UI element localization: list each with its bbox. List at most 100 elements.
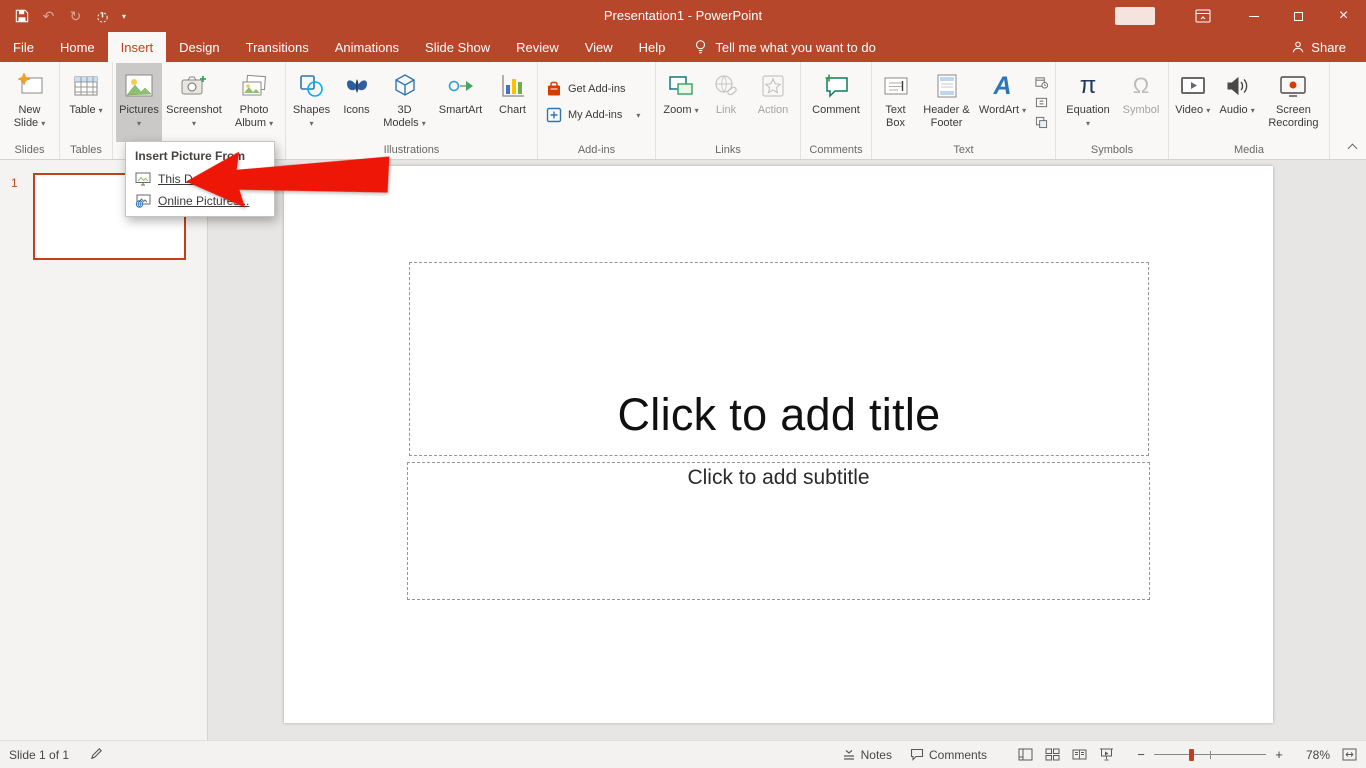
screenshot-button[interactable]: Screenshot ▾ xyxy=(164,63,224,142)
3d-models-button[interactable]: 3D Models ▾ xyxy=(379,63,431,142)
fit-to-window-icon xyxy=(1342,748,1357,761)
editing-area: Click to add title Click to add subtitle xyxy=(208,160,1366,740)
normal-view-button[interactable] xyxy=(1012,741,1039,768)
tab-review[interactable]: Review xyxy=(503,32,572,62)
zoom-slider[interactable] xyxy=(1154,741,1266,768)
tab-file[interactable]: File xyxy=(0,32,47,62)
zoom-out-button[interactable]: − xyxy=(1130,747,1152,762)
lightbulb-icon xyxy=(694,39,707,55)
minimize-icon xyxy=(1249,16,1259,17)
screen-recording-button[interactable]: Screen Recording xyxy=(1260,63,1327,142)
dropdown-caret-icon: ▾ xyxy=(99,106,103,115)
powerpoint-window: ↶ ↻ ▾ Presentation1 - PowerPoint × File … xyxy=(0,0,1366,768)
text-box-button[interactable]: Text Box xyxy=(875,63,917,142)
ribbon-display-options-icon xyxy=(1195,9,1211,23)
group-slides: New Slide ▾ Slides xyxy=(0,62,60,159)
zoom-slider-center-tick xyxy=(1210,751,1211,759)
fit-slide-to-window-button[interactable] xyxy=(1336,741,1362,768)
account-avatar[interactable] xyxy=(1115,7,1155,25)
get-addins-button[interactable]: Get Add-ins xyxy=(546,81,625,97)
header-footer-button[interactable]: Header & Footer xyxy=(919,63,975,142)
maximize-button[interactable] xyxy=(1276,0,1321,32)
object-button[interactable] xyxy=(1033,115,1051,130)
reading-view-button[interactable] xyxy=(1066,741,1093,768)
dropdown-caret-icon: ▾ xyxy=(422,119,426,128)
tab-design[interactable]: Design xyxy=(166,32,232,62)
header-footer-icon xyxy=(934,73,960,99)
dropdown-caret-icon: ▾ xyxy=(41,119,45,128)
object-icon xyxy=(1035,116,1048,129)
customize-qat-button[interactable]: ▾ xyxy=(116,12,132,21)
tab-help[interactable]: Help xyxy=(626,32,679,62)
tab-view[interactable]: View xyxy=(572,32,626,62)
tab-slide-show[interactable]: Slide Show xyxy=(412,32,503,62)
group-links: Zoom ▾ Link Action Links xyxy=(656,62,801,159)
tab-insert[interactable]: Insert xyxy=(108,32,167,62)
redo-button[interactable]: ↻ xyxy=(62,1,89,31)
symbol-button[interactable]: Ω Symbol xyxy=(1118,63,1164,142)
video-button[interactable]: Video ▾ xyxy=(1171,63,1214,142)
share-button[interactable]: Share xyxy=(1271,32,1366,62)
tab-transitions[interactable]: Transitions xyxy=(233,32,322,62)
slideshow-icon xyxy=(1099,748,1114,761)
group-label-media: Media xyxy=(1169,142,1329,159)
zoom-percentage[interactable]: 78% xyxy=(1290,748,1330,762)
accessibility-check-button[interactable] xyxy=(89,746,104,764)
audio-button[interactable]: Audio ▾ xyxy=(1216,63,1257,142)
online-pictures-icon xyxy=(135,194,151,208)
minimize-button[interactable] xyxy=(1231,0,1276,32)
group-label-addins: Add-ins xyxy=(538,142,655,159)
dropdown-caret-icon: ▾ xyxy=(1022,106,1026,115)
text-box-icon xyxy=(883,73,909,99)
comments-button[interactable]: Comments xyxy=(901,741,996,768)
pictures-icon xyxy=(124,73,154,99)
wordart-icon: A xyxy=(993,73,1011,99)
menu-item-online-pictures[interactable]: Online Pictures... xyxy=(126,190,274,212)
icons-button[interactable]: Icons xyxy=(337,63,377,142)
get-addins-icon xyxy=(546,81,562,97)
photo-album-button[interactable]: Photo Album ▾ xyxy=(226,63,282,142)
smartart-icon xyxy=(447,73,475,99)
new-slide-button[interactable]: New Slide ▾ xyxy=(2,63,57,142)
tab-animations[interactable]: Animations xyxy=(322,32,412,62)
save-button[interactable] xyxy=(8,1,35,31)
main-area: 1 Click to add title Click to add subtit… xyxy=(0,160,1366,740)
collapse-ribbon-button[interactable] xyxy=(1348,144,1358,154)
slide-number-button[interactable] xyxy=(1033,95,1051,110)
close-button[interactable]: × xyxy=(1321,0,1366,32)
notes-button[interactable]: Notes xyxy=(833,741,901,768)
tell-me-box[interactable]: Tell me what you want to do xyxy=(694,32,875,62)
chart-button[interactable]: Chart xyxy=(491,63,535,142)
my-addins-button[interactable]: My Add-ins ▾ xyxy=(546,107,640,123)
slide-sorter-view-button[interactable] xyxy=(1039,741,1066,768)
wordart-button[interactable]: A WordArt ▾ xyxy=(977,63,1029,142)
slide-indicator: Slide 1 of 1 xyxy=(9,748,69,762)
slideshow-view-button[interactable] xyxy=(1093,741,1120,768)
zoom-slider-thumb[interactable] xyxy=(1189,749,1194,761)
this-device-icon xyxy=(135,172,151,186)
chart-icon xyxy=(500,73,526,99)
subtitle-placeholder[interactable]: Click to add subtitle xyxy=(407,462,1150,600)
titlebar-controls: × xyxy=(1115,0,1366,32)
title-placeholder-text: Click to add title xyxy=(617,389,940,441)
pen-icon xyxy=(89,746,104,761)
table-button[interactable]: Table ▾ xyxy=(62,63,110,142)
action-button[interactable]: Action xyxy=(749,63,797,142)
smartart-button[interactable]: SmartArt xyxy=(433,63,489,142)
pictures-button[interactable]: Pictures ▾ xyxy=(116,63,162,142)
zoom-button[interactable]: Zoom ▾ xyxy=(659,63,703,142)
slide-canvas[interactable]: Click to add title Click to add subtitle xyxy=(284,166,1273,723)
ribbon-display-options-button[interactable] xyxy=(1185,0,1221,32)
zoom-in-button[interactable]: + xyxy=(1268,747,1290,762)
screen-recording-icon xyxy=(1279,74,1307,98)
touch-mouse-mode-button[interactable] xyxy=(89,1,116,31)
link-button[interactable]: Link xyxy=(705,63,747,142)
menu-item-this-device[interactable]: This Device... xyxy=(126,168,274,190)
undo-button[interactable]: ↶ xyxy=(35,1,62,31)
date-time-button[interactable] xyxy=(1033,75,1051,90)
comment-button[interactable]: Comment xyxy=(805,63,867,142)
equation-button[interactable]: π Equation ▾ xyxy=(1060,63,1116,142)
tab-home[interactable]: Home xyxy=(47,32,108,62)
title-placeholder[interactable]: Click to add title xyxy=(409,262,1149,456)
shapes-button[interactable]: Shapes ▾ xyxy=(289,63,335,142)
